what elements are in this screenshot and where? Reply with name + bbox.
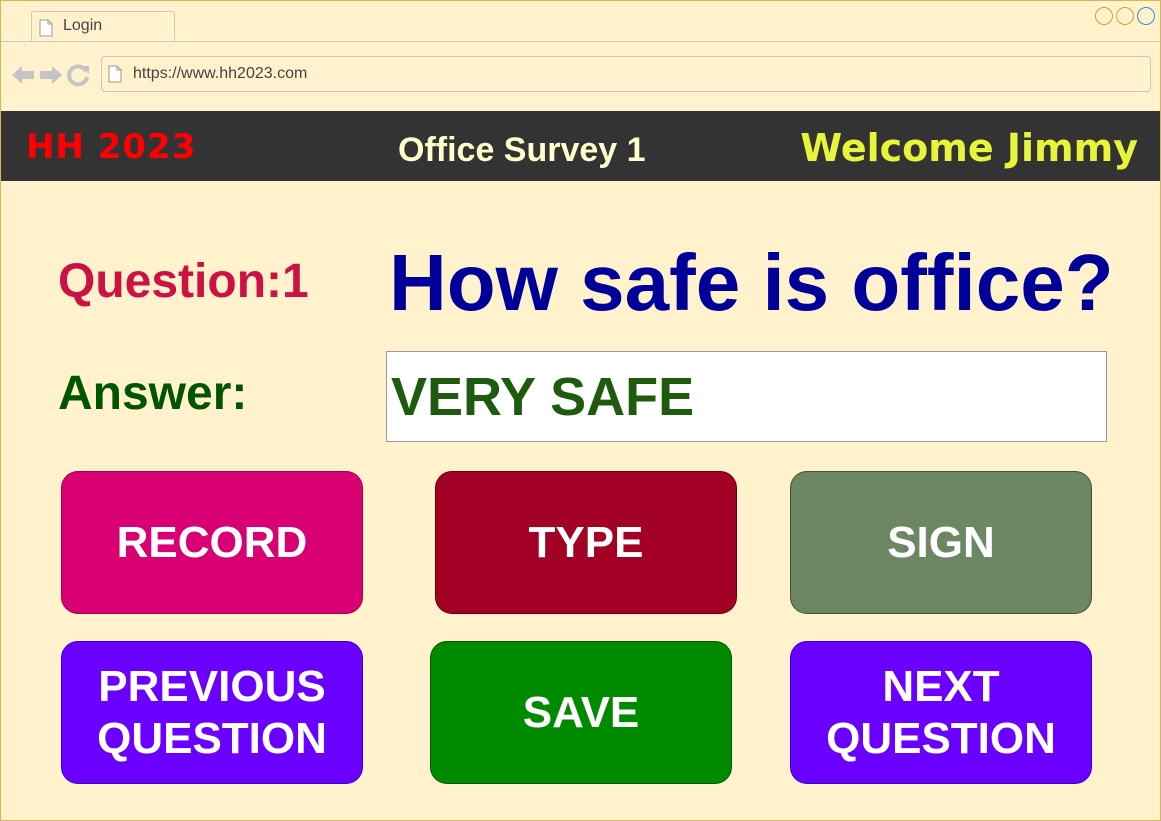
previous-question-label: PREVIOUS QUESTION	[97, 661, 327, 763]
page-icon	[39, 19, 53, 37]
app-header: HH 2023 Office Survey 1 Welcome Jimmy	[1, 111, 1160, 181]
logo: HH 2023	[26, 127, 197, 167]
sign-button-label: SIGN	[887, 517, 995, 567]
browser-window: Login https://www.hh2023.com HH 2023 Off…	[0, 0, 1161, 821]
save-button[interactable]: SAVE	[430, 641, 732, 784]
next-question-label: NEXT QUESTION	[826, 661, 1056, 763]
next-question-button[interactable]: NEXT QUESTION	[790, 641, 1092, 784]
browser-nav	[11, 63, 91, 87]
page-title: Office Survey 1	[398, 131, 646, 169]
previous-question-button[interactable]: PREVIOUS QUESTION	[61, 641, 363, 784]
type-button[interactable]: TYPE	[435, 471, 737, 614]
answer-input[interactable]	[386, 351, 1107, 442]
type-button-label: TYPE	[528, 517, 644, 567]
tab-title: Login	[63, 17, 103, 34]
browser-tab[interactable]: Login	[31, 11, 175, 41]
address-bar[interactable]: https://www.hh2023.com	[101, 56, 1151, 92]
minimize-button[interactable]	[1095, 7, 1113, 25]
save-button-label: SAVE	[522, 687, 640, 737]
page-icon	[108, 65, 122, 83]
question-text: How safe is office?	[389, 238, 1114, 327]
welcome-message: Welcome Jimmy	[800, 126, 1138, 170]
answer-label: Answer:	[58, 367, 248, 420]
tab-divider	[1, 41, 1160, 42]
back-arrow-icon[interactable]	[11, 64, 35, 86]
reload-icon[interactable]	[67, 63, 91, 87]
forward-arrow-icon[interactable]	[39, 64, 63, 86]
maximize-button[interactable]	[1116, 7, 1134, 25]
sign-button[interactable]: SIGN	[790, 471, 1092, 614]
record-button[interactable]: RECORD	[61, 471, 363, 614]
close-button[interactable]	[1137, 7, 1155, 25]
window-controls	[1095, 7, 1155, 25]
question-label: Question:1	[58, 255, 309, 308]
record-button-label: RECORD	[116, 517, 308, 567]
url-text: https://www.hh2023.com	[133, 65, 308, 82]
